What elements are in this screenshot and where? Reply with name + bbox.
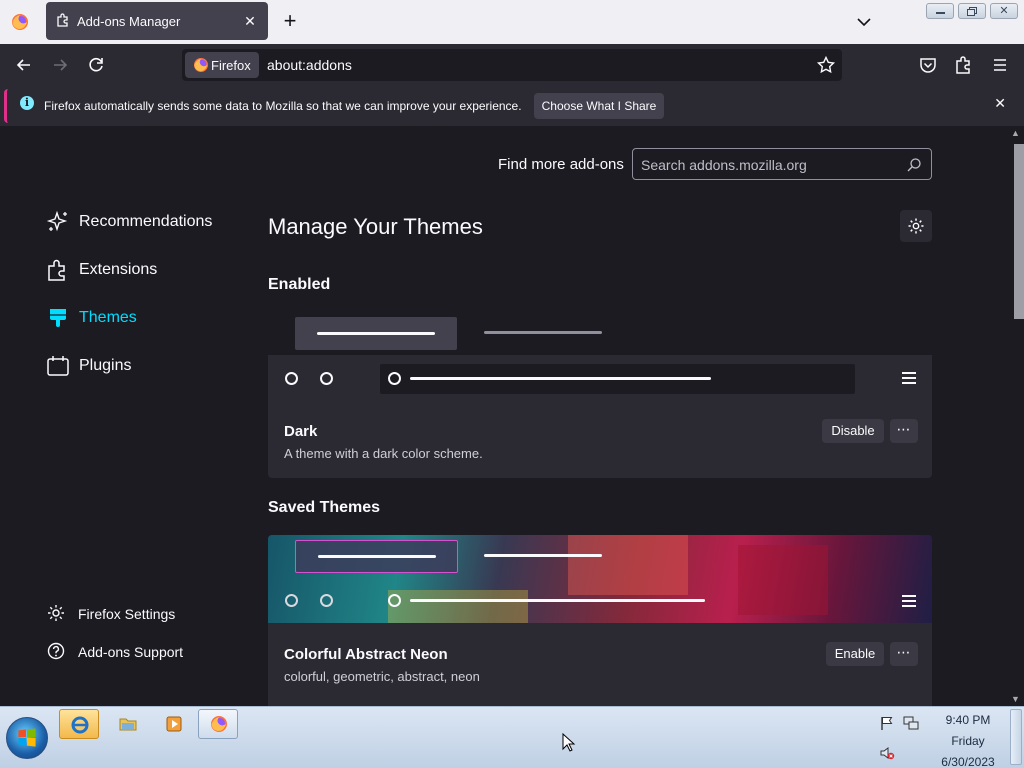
help-icon	[47, 642, 65, 660]
mouse-cursor-icon	[562, 733, 576, 752]
theme-card-dark[interactable]: Dark A theme with a dark color scheme. D…	[268, 306, 932, 478]
firefox-settings-link[interactable]: Firefox Settings	[46, 600, 246, 626]
clock-day: Friday	[951, 734, 985, 748]
show-desktop-button[interactable]	[1010, 709, 1022, 765]
firefox-logo-icon	[12, 14, 28, 30]
back-arrow-icon[interactable]	[12, 53, 36, 77]
close-window-button[interactable]: ✕	[990, 3, 1018, 19]
scroll-down-arrow-icon[interactable]: ▼	[1011, 694, 1020, 704]
minimize-button[interactable]	[926, 3, 954, 19]
pocket-icon[interactable]	[916, 53, 940, 77]
start-button[interactable]	[6, 717, 48, 759]
enabled-section-heading: Enabled	[268, 276, 331, 293]
chevron-down-icon[interactable]	[853, 12, 875, 32]
url-text[interactable]: about:addons	[267, 57, 352, 73]
sidebar-item-label: Recommendations	[79, 213, 213, 230]
taskbar-firefox[interactable]	[198, 709, 238, 739]
windows-taskbar: 9:40 PM Friday 6/30/2023	[0, 706, 1024, 768]
reload-icon[interactable]	[84, 53, 108, 77]
firefox-logo-icon	[194, 58, 208, 72]
gear-icon	[48, 605, 64, 621]
addons-support-label: Add-ons Support	[78, 644, 184, 660]
taskbar-internet-explorer[interactable]	[59, 709, 99, 739]
clock-date: 6/30/2023	[941, 755, 995, 768]
tools-gear-button[interactable]	[900, 210, 932, 242]
firefox-logo-icon	[211, 716, 227, 732]
extensions-puzzle-icon[interactable]	[952, 53, 976, 77]
enable-button[interactable]: Enable	[826, 642, 884, 666]
media-player-icon	[166, 716, 182, 732]
clock-time: 9:40 PM	[945, 713, 991, 727]
disable-button[interactable]: Disable	[822, 419, 884, 443]
addons-search-box[interactable]	[632, 148, 932, 180]
close-tab-icon[interactable]: ✕	[240, 11, 260, 31]
taskbar-file-explorer[interactable]	[108, 709, 148, 739]
url-bar[interactable]: Firefox about:addons	[182, 49, 842, 81]
gear-icon	[908, 218, 924, 234]
info-icon: i	[20, 96, 34, 110]
theme-card-colorful-abstract-neon[interactable]: Colorful Abstract Neon colorful, geometr…	[268, 535, 932, 706]
taskbar-media-player[interactable]	[154, 709, 194, 739]
addons-support-link[interactable]: Add-ons Support	[46, 638, 246, 664]
sidebar-item-extensions[interactable]: Extensions	[46, 254, 246, 286]
tab-title: Add-ons Manager	[77, 14, 181, 29]
page-scrollbar[interactable]: ▲ ▼	[1008, 126, 1024, 706]
sidebar-item-label: Plugins	[79, 357, 132, 374]
preview-toolbar	[268, 355, 932, 402]
theme-name: Colorful Abstract Neon	[284, 646, 448, 663]
theme-name: Dark	[284, 423, 318, 440]
addons-search-input[interactable]	[641, 155, 901, 175]
system-clock[interactable]: 9:40 PM Friday 6/30/2023	[936, 710, 1000, 768]
network-icon[interactable]	[903, 715, 919, 731]
sparkle-icon	[46, 210, 68, 232]
puzzle-icon	[57, 13, 68, 27]
brush-icon	[50, 309, 66, 327]
page-title: Manage Your Themes	[268, 214, 483, 239]
addons-page: Find more add-ons Recommendations Extens…	[0, 126, 1008, 706]
preview-selected-tab	[295, 540, 458, 573]
preview-tab	[484, 554, 602, 557]
sidebar-item-themes[interactable]: Themes	[46, 302, 246, 334]
scrollbar-thumb[interactable]	[1014, 144, 1024, 319]
speaker-muted-icon[interactable]	[879, 745, 895, 761]
find-more-addons-label: Find more add-ons	[498, 156, 624, 173]
action-center-flag-icon[interactable]	[879, 715, 895, 731]
sidebar-item-plugins[interactable]: Plugins	[46, 350, 246, 382]
windows-logo-icon	[18, 728, 36, 747]
telemetry-notification-bar: i Firefox automatically sends some data …	[0, 86, 1024, 126]
more-options-button[interactable]: ⋯	[890, 419, 918, 443]
notification-message: Firefox automatically sends some data to…	[44, 99, 522, 113]
more-options-button[interactable]: ⋯	[890, 642, 918, 666]
theme-preview	[268, 535, 932, 623]
saved-themes-heading: Saved Themes	[268, 499, 381, 516]
restore-button[interactable]	[958, 3, 986, 19]
preview-tab	[484, 331, 602, 334]
internet-explorer-icon	[71, 716, 89, 734]
sidebar-item-label: Themes	[79, 309, 137, 326]
preview-selected-tab	[295, 317, 457, 350]
folder-icon	[119, 718, 137, 731]
sidebar-item-label: Extensions	[79, 261, 158, 278]
identity-label: Firefox	[211, 58, 251, 73]
tab-addons-manager[interactable]: Add-ons Manager ✕	[46, 2, 268, 40]
hamburger-menu-icon[interactable]	[988, 53, 1012, 77]
sidebar-item-recommendations[interactable]: Recommendations	[46, 206, 246, 238]
theme-description: colorful, geometric, abstract, neon	[284, 669, 480, 684]
navigation-toolbar: Firefox about:addons	[0, 44, 1024, 86]
theme-preview	[268, 306, 932, 402]
search-icon[interactable]	[906, 157, 922, 173]
forward-arrow-icon[interactable]	[48, 53, 72, 77]
firefox-settings-label: Firefox Settings	[78, 606, 176, 622]
new-tab-button[interactable]: +	[278, 9, 302, 33]
scroll-up-arrow-icon[interactable]: ▲	[1011, 128, 1020, 138]
identity-box[interactable]: Firefox	[185, 52, 259, 78]
plugin-icon	[47, 356, 69, 376]
puzzle-icon	[48, 259, 65, 281]
star-bookmark-icon[interactable]	[816, 55, 836, 75]
choose-what-i-share-button[interactable]: Choose What I Share	[534, 93, 664, 119]
close-notification-icon[interactable]: ✕	[994, 95, 1006, 112]
theme-description: A theme with a dark color scheme.	[284, 446, 483, 461]
tab-strip: Add-ons Manager ✕ + ✕	[0, 0, 1024, 44]
